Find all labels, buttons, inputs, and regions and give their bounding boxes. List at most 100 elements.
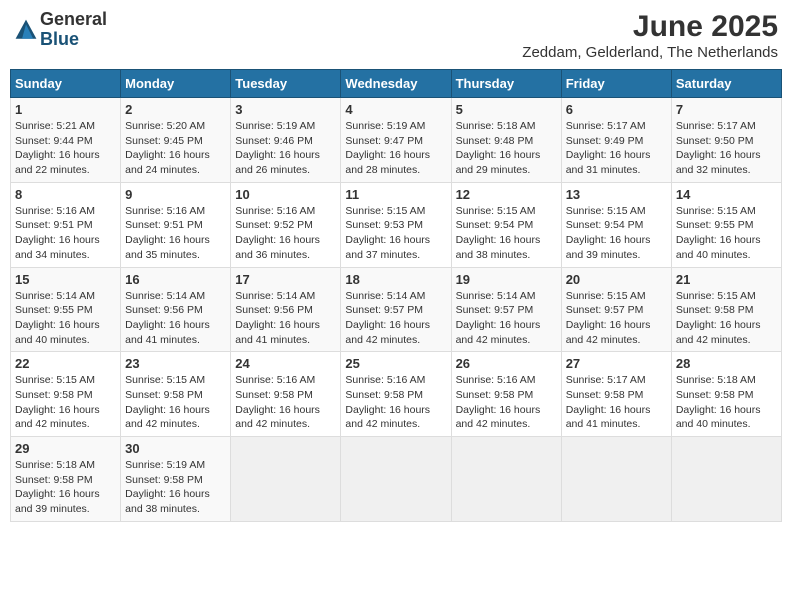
day-number: 19 [456,272,557,287]
calendar-cell [561,437,671,522]
sunset-label: Sunset: 9:54 PM [566,219,644,231]
sunset-label: Sunset: 9:58 PM [235,389,313,401]
sunset-label: Sunset: 9:58 PM [676,389,754,401]
day-info: Sunrise: 5:15 AM Sunset: 9:58 PM Dayligh… [125,373,226,432]
calendar-cell: 25 Sunrise: 5:16 AM Sunset: 9:58 PM Dayl… [341,352,451,437]
sunrise-label: Sunrise: 5:15 AM [345,205,425,217]
day-info: Sunrise: 5:19 AM Sunset: 9:58 PM Dayligh… [125,458,226,517]
day-number: 2 [125,102,226,117]
calendar-cell: 7 Sunrise: 5:17 AM Sunset: 9:50 PM Dayli… [671,98,781,183]
calendar-cell: 20 Sunrise: 5:15 AM Sunset: 9:57 PM Dayl… [561,267,671,352]
day-number: 17 [235,272,336,287]
day-info: Sunrise: 5:16 AM Sunset: 9:51 PM Dayligh… [15,204,116,263]
calendar-table: Sunday Monday Tuesday Wednesday Thursday… [10,69,782,522]
sunrise-label: Sunrise: 5:15 AM [676,205,756,217]
calendar-cell [341,437,451,522]
day-number: 15 [15,272,116,287]
day-number: 21 [676,272,777,287]
col-tuesday: Tuesday [231,70,341,98]
day-number: 7 [676,102,777,117]
sunrise-label: Sunrise: 5:15 AM [125,374,205,386]
daylight-label: Daylight: 16 hours and 42 minutes. [345,319,430,346]
calendar-cell [451,437,561,522]
sunset-label: Sunset: 9:47 PM [345,135,423,147]
calendar-cell: 5 Sunrise: 5:18 AM Sunset: 9:48 PM Dayli… [451,98,561,183]
daylight-label: Daylight: 16 hours and 42 minutes. [345,404,430,431]
sunset-label: Sunset: 9:56 PM [125,304,203,316]
sunrise-label: Sunrise: 5:15 AM [566,205,646,217]
sunset-label: Sunset: 9:54 PM [456,219,534,231]
daylight-label: Daylight: 16 hours and 40 minutes. [676,234,761,261]
logo-general: General [40,10,107,30]
sunset-label: Sunset: 9:55 PM [15,304,93,316]
sunrise-label: Sunrise: 5:18 AM [15,459,95,471]
day-info: Sunrise: 5:14 AM Sunset: 9:57 PM Dayligh… [345,289,446,348]
month-year-title: June 2025 [522,10,778,44]
col-saturday: Saturday [671,70,781,98]
sunset-label: Sunset: 9:58 PM [566,389,644,401]
sunrise-label: Sunrise: 5:19 AM [125,459,205,471]
day-info: Sunrise: 5:21 AM Sunset: 9:44 PM Dayligh… [15,119,116,178]
calendar-week-row-1: 1 Sunrise: 5:21 AM Sunset: 9:44 PM Dayli… [11,98,782,183]
day-number: 30 [125,441,226,456]
day-number: 27 [566,356,667,371]
sunset-label: Sunset: 9:58 PM [15,474,93,486]
daylight-label: Daylight: 16 hours and 37 minutes. [345,234,430,261]
sunset-label: Sunset: 9:50 PM [676,135,754,147]
daylight-label: Daylight: 16 hours and 42 minutes. [456,404,541,431]
day-info: Sunrise: 5:19 AM Sunset: 9:46 PM Dayligh… [235,119,336,178]
calendar-cell: 24 Sunrise: 5:16 AM Sunset: 9:58 PM Dayl… [231,352,341,437]
sunset-label: Sunset: 9:58 PM [15,389,93,401]
calendar-week-row-3: 15 Sunrise: 5:14 AM Sunset: 9:55 PM Dayl… [11,267,782,352]
sunrise-label: Sunrise: 5:19 AM [345,120,425,132]
daylight-label: Daylight: 16 hours and 24 minutes. [125,149,210,176]
sunrise-label: Sunrise: 5:16 AM [235,374,315,386]
day-info: Sunrise: 5:16 AM Sunset: 9:58 PM Dayligh… [456,373,557,432]
daylight-label: Daylight: 16 hours and 42 minutes. [125,404,210,431]
day-number: 25 [345,356,446,371]
day-number: 22 [15,356,116,371]
day-number: 29 [15,441,116,456]
sunset-label: Sunset: 9:56 PM [235,304,313,316]
day-number: 9 [125,187,226,202]
sunrise-label: Sunrise: 5:14 AM [235,290,315,302]
sunset-label: Sunset: 9:46 PM [235,135,313,147]
calendar-cell: 14 Sunrise: 5:15 AM Sunset: 9:55 PM Dayl… [671,182,781,267]
daylight-label: Daylight: 16 hours and 35 minutes. [125,234,210,261]
day-number: 14 [676,187,777,202]
sunset-label: Sunset: 9:52 PM [235,219,313,231]
daylight-label: Daylight: 16 hours and 36 minutes. [235,234,320,261]
day-info: Sunrise: 5:16 AM Sunset: 9:58 PM Dayligh… [345,373,446,432]
sunrise-label: Sunrise: 5:16 AM [15,205,95,217]
daylight-label: Daylight: 16 hours and 26 minutes. [235,149,320,176]
calendar-cell: 30 Sunrise: 5:19 AM Sunset: 9:58 PM Dayl… [121,437,231,522]
calendar-header-row: Sunday Monday Tuesday Wednesday Thursday… [11,70,782,98]
day-info: Sunrise: 5:14 AM Sunset: 9:57 PM Dayligh… [456,289,557,348]
calendar-cell: 18 Sunrise: 5:14 AM Sunset: 9:57 PM Dayl… [341,267,451,352]
daylight-label: Daylight: 16 hours and 42 minutes. [566,319,651,346]
day-info: Sunrise: 5:17 AM Sunset: 9:50 PM Dayligh… [676,119,777,178]
calendar-cell [671,437,781,522]
calendar-cell: 28 Sunrise: 5:18 AM Sunset: 9:58 PM Dayl… [671,352,781,437]
day-number: 12 [456,187,557,202]
sunrise-label: Sunrise: 5:20 AM [125,120,205,132]
day-info: Sunrise: 5:15 AM Sunset: 9:54 PM Dayligh… [456,204,557,263]
calendar-cell: 17 Sunrise: 5:14 AM Sunset: 9:56 PM Dayl… [231,267,341,352]
sunset-label: Sunset: 9:58 PM [345,389,423,401]
calendar-cell: 4 Sunrise: 5:19 AM Sunset: 9:47 PM Dayli… [341,98,451,183]
day-info: Sunrise: 5:16 AM Sunset: 9:51 PM Dayligh… [125,204,226,263]
calendar-cell: 12 Sunrise: 5:15 AM Sunset: 9:54 PM Dayl… [451,182,561,267]
sunrise-label: Sunrise: 5:19 AM [235,120,315,132]
day-info: Sunrise: 5:15 AM Sunset: 9:57 PM Dayligh… [566,289,667,348]
col-sunday: Sunday [11,70,121,98]
sunset-label: Sunset: 9:49 PM [566,135,644,147]
sunrise-label: Sunrise: 5:15 AM [566,290,646,302]
day-info: Sunrise: 5:18 AM Sunset: 9:58 PM Dayligh… [676,373,777,432]
sunrise-label: Sunrise: 5:17 AM [676,120,756,132]
daylight-label: Daylight: 16 hours and 42 minutes. [456,319,541,346]
day-info: Sunrise: 5:17 AM Sunset: 9:58 PM Dayligh… [566,373,667,432]
sunset-label: Sunset: 9:55 PM [676,219,754,231]
day-number: 11 [345,187,446,202]
sunrise-label: Sunrise: 5:14 AM [456,290,536,302]
day-info: Sunrise: 5:14 AM Sunset: 9:55 PM Dayligh… [15,289,116,348]
